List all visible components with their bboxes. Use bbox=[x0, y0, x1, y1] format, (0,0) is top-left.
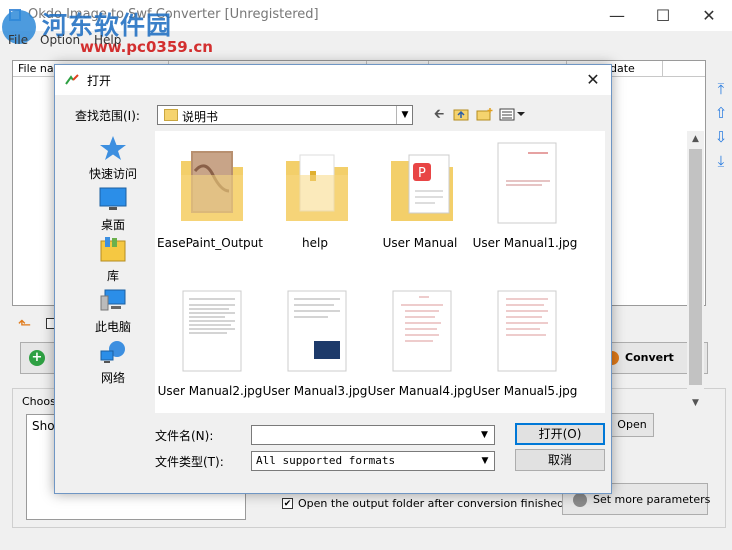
up-folder-icon[interactable]: ⬑ bbox=[18, 315, 31, 334]
chevron-down-icon[interactable]: ▼ bbox=[476, 452, 494, 470]
look-in-value: 说明书 bbox=[182, 110, 219, 124]
look-in-select[interactable]: 说明书 ▼ bbox=[157, 105, 413, 125]
file-name-input[interactable] bbox=[251, 425, 495, 445]
folder-icon bbox=[164, 109, 178, 121]
place-desktop[interactable]: 桌面 bbox=[77, 186, 149, 236]
output-folder-text: Sho bbox=[32, 419, 55, 433]
open-output-button[interactable]: Open bbox=[610, 413, 654, 437]
scrollbar-thumb[interactable] bbox=[689, 149, 702, 385]
file-item[interactable]: User Manual3.jpg bbox=[262, 281, 368, 411]
gear-icon bbox=[573, 493, 587, 507]
file-name: EasePaint_Output bbox=[157, 236, 263, 250]
file-type-value: All supported formats bbox=[256, 454, 396, 467]
close-icon[interactable]: ✕ bbox=[686, 0, 732, 31]
image-thumbnail bbox=[494, 141, 560, 225]
file-item[interactable]: User Manual2.jpg bbox=[157, 281, 263, 411]
library-icon bbox=[99, 237, 127, 263]
up-folder-icon[interactable] bbox=[451, 107, 471, 123]
file-item[interactable]: User Manual1.jpg bbox=[472, 133, 578, 263]
move-top-icon[interactable]: ⤒ bbox=[712, 80, 730, 98]
image-thumbnail bbox=[179, 289, 245, 373]
cancel-button[interactable]: 取消 bbox=[515, 449, 605, 471]
chevron-down-icon[interactable]: ▼ bbox=[396, 106, 413, 124]
move-down-icon[interactable]: ⇩ bbox=[712, 128, 730, 146]
place-label: 库 bbox=[106, 269, 119, 283]
network-icon bbox=[99, 339, 127, 365]
image-thumbnail bbox=[284, 289, 350, 373]
open-output-label: Open the output folder after conversion … bbox=[298, 497, 565, 510]
computer-icon bbox=[99, 288, 127, 314]
file-type-select[interactable]: All supported formats ▼ bbox=[251, 451, 495, 471]
open-button[interactable]: 打开(O) bbox=[515, 423, 605, 445]
dialog-title-bar bbox=[55, 65, 611, 95]
place-quick-access[interactable]: 快速访问 bbox=[77, 135, 149, 185]
folder-icon bbox=[284, 141, 350, 225]
image-thumbnail bbox=[494, 289, 560, 373]
place-network[interactable]: 网络 bbox=[77, 339, 149, 389]
scroll-up-icon[interactable]: ▲ bbox=[687, 131, 704, 148]
open-dialog: 打开 ✕ 查找范围(I): 说明书 ▼ 🡰 快速访问 桌面 库 此电脑 网络 E… bbox=[54, 64, 704, 494]
file-item[interactable]: EasePaint_Output bbox=[157, 133, 263, 263]
folder-icon bbox=[179, 141, 245, 225]
desktop-icon bbox=[99, 186, 127, 212]
add-files-button[interactable]: + bbox=[20, 342, 56, 374]
menu-file[interactable]: File bbox=[8, 33, 28, 47]
move-up-icon[interactable]: ⇧ bbox=[712, 104, 730, 122]
file-item[interactable]: User Manual5.jpg bbox=[472, 281, 578, 411]
maximize-icon[interactable]: ☐ bbox=[640, 0, 686, 31]
place-libraries[interactable]: 库 bbox=[77, 237, 149, 287]
move-bottom-icon[interactable]: ⤓ bbox=[712, 152, 730, 170]
look-in-label: 查找范围(I): bbox=[75, 109, 140, 123]
scroll-down-icon[interactable]: ▼ bbox=[687, 395, 704, 412]
chevron-down-icon[interactable]: ▼ bbox=[475, 426, 494, 444]
file-type-label: 文件类型(T): bbox=[155, 455, 224, 469]
file-name-label: 文件名(N): bbox=[155, 429, 214, 443]
add-icon: + bbox=[29, 350, 45, 366]
star-icon bbox=[99, 135, 127, 161]
place-label: 网络 bbox=[100, 371, 125, 385]
column-divider bbox=[662, 61, 663, 77]
folder-pdf-icon: P bbox=[389, 141, 455, 225]
file-name: User Manual2.jpg bbox=[157, 384, 263, 398]
file-item[interactable]: User Manual4.jpg bbox=[367, 281, 473, 411]
place-label: 快速访问 bbox=[88, 167, 137, 181]
file-item[interactable]: help bbox=[262, 133, 368, 263]
menu-help[interactable]: Help bbox=[94, 33, 121, 47]
file-item[interactable]: P User Manual bbox=[367, 133, 473, 263]
vertical-scrollbar[interactable]: ▲ ▼ bbox=[687, 131, 704, 413]
view-menu-icon[interactable] bbox=[499, 107, 527, 123]
column-date[interactable]: date bbox=[610, 62, 635, 75]
svg-text:P: P bbox=[418, 166, 426, 181]
file-name: User Manual4.jpg bbox=[367, 384, 473, 398]
minimize-icon[interactable]: — bbox=[594, 0, 640, 31]
new-folder-icon[interactable] bbox=[475, 107, 495, 123]
place-this-pc[interactable]: 此电脑 bbox=[77, 288, 149, 338]
file-name: User Manual3.jpg bbox=[262, 384, 368, 398]
file-name: help bbox=[302, 236, 328, 250]
open-output-checkbox[interactable]: ✔ bbox=[282, 498, 293, 509]
close-icon[interactable]: ✕ bbox=[581, 68, 605, 92]
file-view[interactable]: EasePaint_Output help P User Manual User… bbox=[155, 131, 704, 413]
place-label: 桌面 bbox=[100, 218, 125, 232]
image-thumbnail bbox=[389, 289, 455, 373]
file-name: User Manual5.jpg bbox=[472, 384, 578, 398]
file-name: User Manual1.jpg bbox=[472, 236, 578, 250]
back-arrow-icon[interactable]: 🡰 bbox=[429, 107, 449, 123]
file-name: User Manual bbox=[382, 236, 458, 250]
dialog-app-icon bbox=[65, 74, 79, 86]
menu-option[interactable]: Option bbox=[40, 33, 80, 47]
place-label: 此电脑 bbox=[94, 320, 131, 334]
dialog-title: 打开 bbox=[87, 74, 112, 88]
set-parameters-label: Set more parameters bbox=[593, 493, 711, 506]
convert-label: Convert bbox=[625, 351, 674, 364]
output-group-label: Choos bbox=[22, 395, 56, 408]
